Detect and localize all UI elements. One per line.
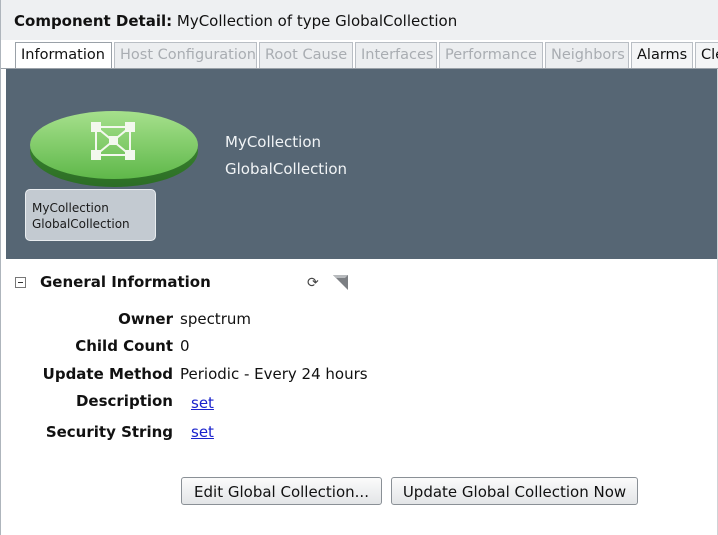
tab-root-cause[interactable]: Root Cause [259, 42, 353, 68]
description-set-link[interactable]: set [191, 394, 214, 412]
model-badge-name: MyCollection [32, 201, 109, 215]
security-string-set-link[interactable]: set [191, 423, 214, 441]
model-type: GlobalCollection [225, 160, 348, 178]
collapse-toggle-icon[interactable] [15, 277, 26, 288]
tab-cle[interactable]: Cle [695, 42, 718, 68]
model-header-panel: MyCollection GlobalCollection MyCollecti… [6, 69, 718, 259]
update-method-value: Periodic - Every 24 hours [180, 365, 368, 383]
tab-bar: Information Host Configuration Root Caus… [15, 42, 718, 68]
panel-title-prefix: Component Detail: [14, 12, 173, 30]
owner-label: Owner [118, 310, 173, 328]
component-detail-panel: Component Detail: MyCollection of type G… [0, 0, 718, 535]
tab-host-configuration[interactable]: Host Configuration [114, 42, 257, 68]
tab-interfaces[interactable]: Interfaces [355, 42, 437, 68]
global-collection-icon[interactable] [28, 111, 204, 201]
model-badge[interactable]: MyCollection GlobalCollection [25, 189, 156, 241]
child-count-value: 0 [180, 337, 190, 355]
tag-icon[interactable] [331, 272, 351, 292]
general-information-title: General Information [40, 273, 211, 291]
refresh-icon[interactable]: ⟳ [307, 275, 319, 291]
owner-value: spectrum [180, 310, 251, 328]
panel-title-text: MyCollection of type GlobalCollection [176, 12, 458, 30]
security-string-label: Security String [45, 423, 173, 441]
panel-title: Component Detail: MyCollection of type G… [14, 12, 457, 30]
title-bar: Component Detail: MyCollection of type G… [1, 0, 718, 40]
model-badge-type: GlobalCollection [32, 217, 130, 231]
tab-performance[interactable]: Performance [439, 42, 543, 68]
general-information-header: General Information ⟳ [13, 272, 413, 294]
description-label: Description [75, 392, 173, 410]
update-global-collection-now-button[interactable]: Update Global Collection Now [391, 477, 638, 505]
update-method-label: Update Method [42, 365, 173, 383]
model-name: MyCollection [225, 133, 322, 151]
edit-global-collection-button[interactable]: Edit Global Collection... [181, 477, 382, 505]
tab-alarms[interactable]: Alarms [631, 42, 693, 68]
child-count-label: Child Count [75, 337, 173, 355]
tab-information[interactable]: Information [15, 42, 112, 68]
tab-neighbors[interactable]: Neighbors [545, 42, 629, 68]
